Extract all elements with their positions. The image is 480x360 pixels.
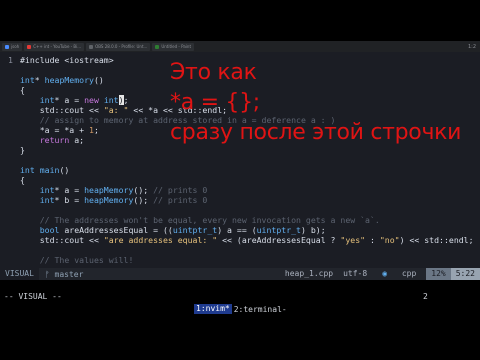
mode-indicator: VISUAL (0, 268, 39, 280)
code-token: () (93, 75, 104, 85)
code-token: * b = (54, 195, 85, 205)
code-token: } (20, 145, 25, 155)
code-token: : (365, 235, 380, 245)
file-name: heap_1.cpp (284, 269, 334, 278)
taskbar: jsoh C++ int - YouTube - Bi... OBS 28.0.… (0, 41, 480, 52)
code-line[interactable]: std::cout << "are addresses equal: " << … (0, 234, 474, 246)
scroll-percent: 12% (426, 268, 451, 280)
overlay-annotation-line-2: *a = {}; (170, 90, 260, 115)
selection-count: 2 (423, 292, 428, 301)
app-icon (5, 44, 9, 49)
code-token: * (34, 75, 45, 85)
paint-icon (155, 44, 160, 49)
vim-statusline: VISUAL ᚠ master heap_1.cpp utf-8 ◉ cpp 1… (0, 268, 480, 280)
code-token: (); (133, 195, 154, 205)
top-black-bar (0, 0, 480, 41)
code-token: heapMemory (44, 75, 94, 85)
git-branch-icon: ᚠ (44, 269, 55, 279)
code-token: () (59, 165, 70, 175)
code-token: return (39, 135, 70, 145)
git-branch: ᚠ master (44, 269, 84, 279)
file-type: ◉ cpp (372, 268, 426, 280)
code-token: #include <iostream> (20, 55, 114, 65)
code-token: "no" (379, 235, 400, 245)
taskbar-clock: 1:2 (467, 43, 476, 50)
code-token: ; (93, 125, 99, 135)
cpp-icon: ◉ (382, 269, 392, 278)
code-token: heapMemory (84, 195, 134, 205)
code-line[interactable]: int* b = heapMemory(); // prints 0 (0, 194, 208, 206)
obs-icon (89, 44, 94, 49)
mode-message: -- VISUAL -- (4, 292, 62, 301)
code-token: a; (69, 135, 85, 145)
command-line[interactable]: -- VISUAL -- 2 (0, 280, 480, 302)
file-encoding: utf-8 (343, 269, 368, 278)
overlay-annotation-line-1: Это как (170, 60, 257, 85)
code-token: std::cout << (20, 235, 104, 245)
code-token: "are addresses equal: " (103, 235, 218, 245)
youtube-icon (27, 44, 32, 49)
tmux-status-bar: 1:nvim* 2:terminal- (0, 302, 480, 316)
code-token: "yes" (340, 235, 366, 245)
taskbar-tab-obs[interactable]: OBS 28.0.0 - Profile: Unt... (86, 42, 151, 51)
cursor-position: 5:22 (450, 268, 480, 280)
tmux-window-nvim[interactable]: 1:nvim* (194, 304, 232, 314)
code-token: // The values will! (20, 255, 134, 265)
code-token: << (areAddressesEqual ? (217, 235, 341, 245)
tmux-window-terminal[interactable]: 2:terminal- (232, 305, 287, 314)
code-token: // prints 0 (153, 195, 208, 205)
code-token: main (39, 165, 60, 175)
taskbar-tab-paint[interactable]: Untitled - Paint (152, 42, 195, 51)
bottom-black-bar (0, 316, 480, 360)
code-line[interactable]: // The values will! (0, 254, 134, 266)
taskbar-tab-jsoh[interactable]: jsoh (2, 42, 23, 51)
overlay-annotation-line-3: сразу после этой строчки (170, 120, 462, 145)
taskbar-tab-youtube[interactable]: C++ int - YouTube - Bi... (24, 42, 85, 51)
code-token: ) << std::endl; (399, 235, 474, 245)
code-token: int (39, 195, 55, 205)
